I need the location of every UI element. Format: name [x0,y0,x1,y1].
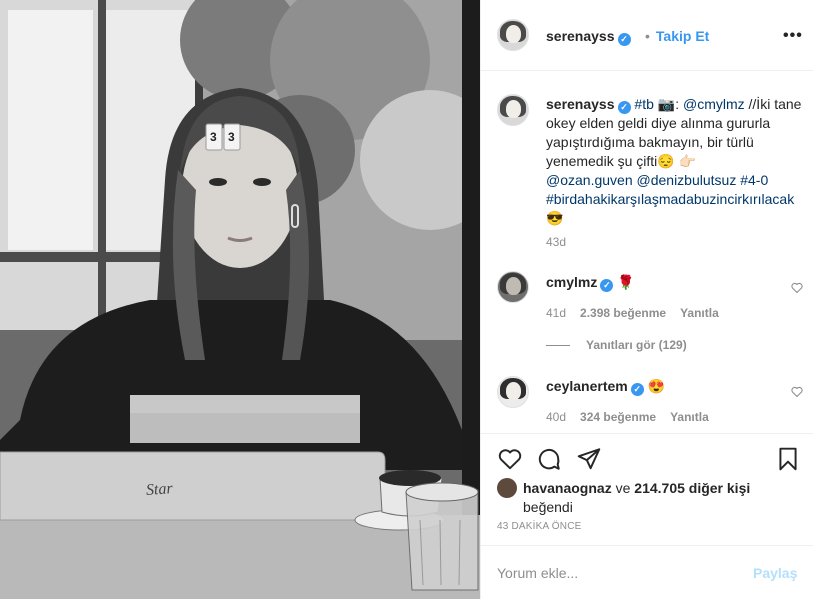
follow-button[interactable]: Takip Et [656,28,709,44]
separator-dot: • [645,28,650,44]
view-replies-button[interactable]: Yanıtları gör (129) [546,338,687,352]
verified-badge-icon: ✓ [600,279,614,292]
hashtag-score[interactable]: #4-0 [740,172,768,188]
likes-suffix: beğendi [523,499,573,515]
camera-emoji: 📷 [657,96,676,112]
comment-bubble-icon[interactable] [536,446,562,472]
comment-text: 🌹 [617,274,635,290]
mention-denizbulutsuz[interactable]: @denizbulutsuz [637,172,737,188]
mention-cmylmz[interactable]: @cmylmz [683,96,745,112]
comment-like-heart-icon[interactable] [791,282,803,294]
replies-divider [546,345,570,347]
comment-username[interactable]: cmylmz [546,274,597,290]
hashtag-long[interactable]: #birdahakikarşılaşmadabuzincirkırılacak [546,191,794,207]
caption-author-avatar[interactable] [497,94,529,126]
verified-badge-icon: ✓ [630,383,644,396]
mention-ozan-guven[interactable]: @ozan.guven [546,172,633,188]
post-photo[interactable]: 3 3 Star [0,0,480,599]
comment-input[interactable]: Yorum ekle... [497,565,578,581]
comment-username[interactable]: ceylanertem [546,378,628,394]
comment-cmylmz: cmylmz ✓ 🌹 [546,274,635,292]
okey-tile-right: 3 [228,130,235,144]
liker-username[interactable]: havanaognaz [523,480,612,496]
caption-colon: : [675,96,680,112]
bookmark-icon[interactable] [775,446,801,472]
follow-row: • Takip Et [645,28,709,44]
post-caption: serenayss ✓ #tb 📷: @cmylmz //İki tane oke… [546,95,804,228]
comment-likes[interactable]: 324 beğenme [580,410,656,424]
comment-text: 😍 [647,378,666,394]
comment-ceylanertem: ceylanertem ✓ 😍 [546,378,665,396]
likes-count[interactable]: 214.705 diğer kişi [634,480,750,496]
comment-meta: 40d 324 beğenme Yanıtla [546,410,709,424]
pensive-emoji: 😔 [657,153,675,169]
share-send-icon[interactable] [576,446,602,472]
verified-badge-icon: ✓ [617,33,631,46]
laptop-sticker-text: Star [145,480,174,499]
liker-avatar[interactable] [497,478,517,498]
comment-avatar-ceylanertem[interactable] [497,376,529,408]
view-replies-label: Yanıtları gör (129) [586,338,687,352]
pointing-emoji: 👉🏻 [678,153,697,169]
post-comment-button[interactable]: Paylaş [753,565,797,581]
likes-connector: ve [611,480,635,496]
caption-username[interactable]: serenayss [546,96,615,112]
author-avatar[interactable] [497,19,529,51]
photo-illustration: 3 3 Star [0,0,480,599]
author-username-row: serenayss ✓ [546,28,631,46]
comment-likes[interactable]: 2.398 beğenme [580,306,666,320]
post-header: serenayss ✓ • Takip Et ••• [481,0,813,71]
comment-time: 40d [546,410,567,424]
post-timestamp: 43 DAKİKA ÖNCE [497,521,582,532]
add-comment-bar: Yorum ekle... Paylaş [481,545,813,599]
likes-summary: havanaognaz ve 214.705 diğer kişi beğend… [497,478,750,516]
verified-badge-icon: ✓ [617,101,631,114]
like-heart-icon[interactable] [497,446,523,472]
comment-time: 41d [546,306,567,320]
reply-button[interactable]: Yanıtla [670,410,709,424]
more-options-icon[interactable]: ••• [783,27,803,45]
caption-time: 43d [546,235,567,249]
reply-button[interactable]: Yanıtla [680,306,719,320]
hashtag-tb[interactable]: #tb [634,96,653,112]
comment-like-heart-icon[interactable] [791,386,803,398]
comment-avatar-cmylmz[interactable] [497,271,529,303]
comment-meta: 41d 2.398 beğenme Yanıtla [546,306,719,320]
post-detail-panel: serenayss ✓ • Takip Et ••• serenayss ✓ #tb … [480,0,813,599]
author-username[interactable]: serenayss [546,28,615,44]
sunglasses-emoji: 😎 [546,210,564,226]
okey-tile-left: 3 [210,130,217,144]
